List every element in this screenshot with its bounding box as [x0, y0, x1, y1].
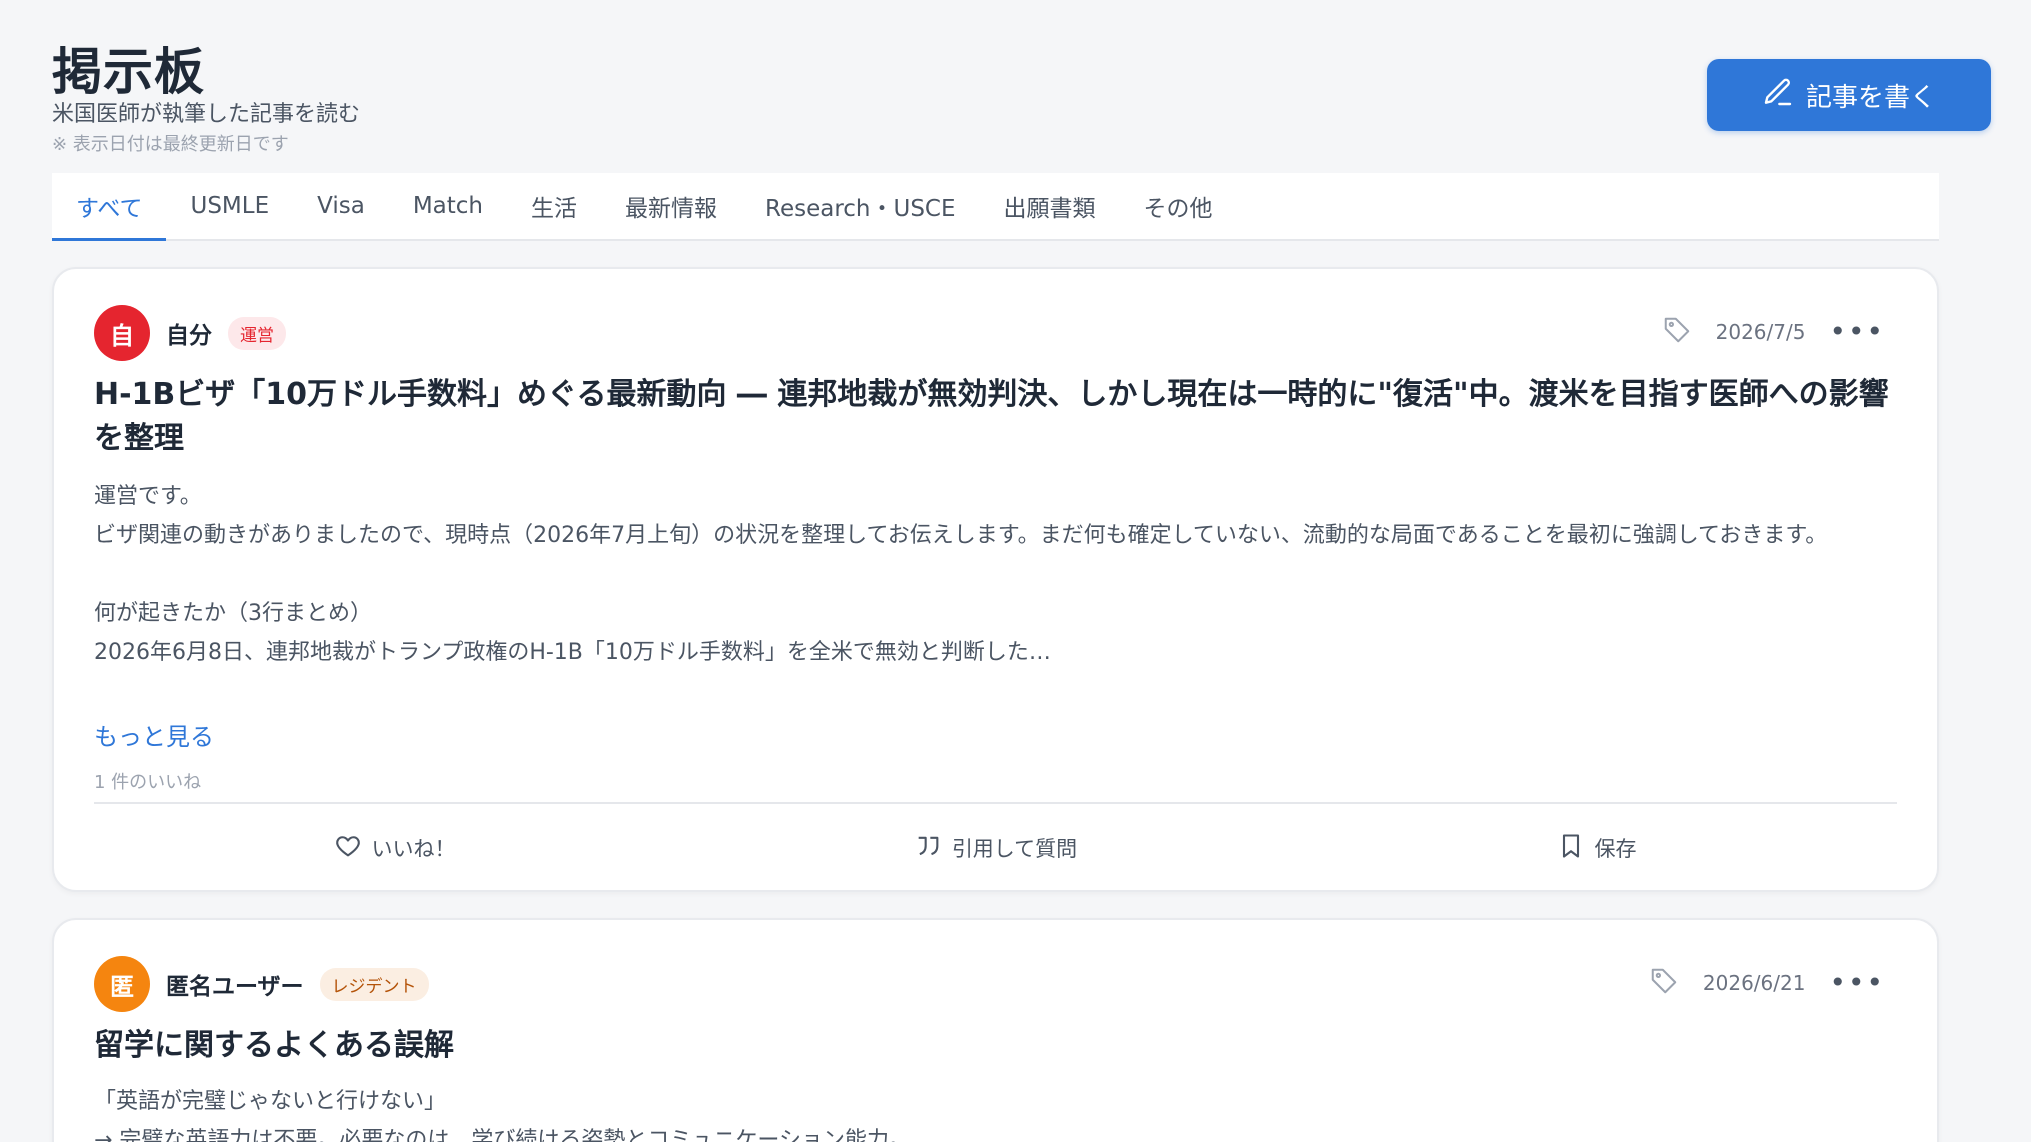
post-body: 「英語が完璧じゃないと行けない」 → 完璧な英語力は不要。必要なのは、学び続ける…	[94, 1082, 1897, 1142]
save-button[interactable]: 保存	[1296, 804, 1897, 892]
post-meta-right: 2026/7/5 •••	[1662, 315, 1885, 349]
write-article-button[interactable]: 記事を書く	[1707, 59, 1991, 131]
quote-icon	[914, 832, 942, 865]
tab-research-usce[interactable]: Research・USCE	[741, 173, 980, 239]
tab-application-documents[interactable]: 出願書類	[980, 173, 1120, 239]
post-title[interactable]: 留学に関するよくある誤解	[94, 1024, 1897, 1068]
post-body-blank-line	[94, 555, 1897, 594]
post-body-line: → 完璧な英語力は不要。必要なのは、学び続ける姿勢とコミュニケーション能力。	[94, 1128, 911, 1142]
page-title: 掲示板	[52, 43, 205, 101]
more-options-icon[interactable]: •••	[1829, 969, 1885, 997]
like-count: 1 件のいいね	[94, 772, 202, 793]
quote-question-label: 引用して質問	[951, 837, 1078, 861]
pencil-icon	[1762, 76, 1794, 115]
role-badge: レジデント	[319, 967, 429, 1001]
post-card[interactable]: 匿 匿名ユーザー レジデント 2026/6/21 ••• 留学に関するよくある誤…	[52, 918, 1939, 1142]
like-label: いいね！	[371, 837, 456, 861]
post-date: 2026/6/21	[1702, 971, 1806, 995]
author-name[interactable]: 自分	[166, 316, 212, 350]
post-date: 2026/7/5	[1715, 320, 1806, 344]
post-body-line: 運営です。	[94, 484, 202, 509]
post-actions: いいね！ 引用して質問 保存	[94, 804, 1897, 892]
date-note: ※ 表示日付は最終更新日です	[52, 134, 289, 155]
post-title[interactable]: H-1Bビザ「10万ドル手数料」めぐる最新動向 ― 連邦地裁が無効判決、しかし現…	[94, 373, 1897, 461]
page-subtitle: 米国医師が執筆した記事を読む	[52, 102, 361, 127]
see-more-link[interactable]: もっと見る	[94, 717, 214, 752]
avatar[interactable]: 匿	[94, 956, 150, 1012]
header: 掲示板 米国医師が執筆した記事を読む ※ 表示日付は最終更新日です 記事を書く	[52, 0, 1991, 172]
post-body-line: 「英語が完璧じゃないと行けない」	[94, 1089, 447, 1114]
post-body-line: ビザ関連の動きがありましたので、現時点（2026年7月上旬）の状況を整理してお伝…	[94, 523, 1828, 548]
post-body-line: 何が起きたか（3行まとめ）	[94, 601, 372, 626]
post-card[interactable]: 自 自分 運営 2026/7/5 ••• H-1Bビザ「10万ドル手数料」めぐる…	[52, 267, 1939, 892]
like-button[interactable]: いいね！	[94, 804, 695, 892]
tag-icon[interactable]	[1662, 315, 1692, 349]
page: 掲示板 米国医師が執筆した記事を読む ※ 表示日付は最終更新日です 記事を書く …	[0, 0, 2031, 1142]
tab-other[interactable]: その他	[1120, 173, 1237, 239]
post-meta-right: 2026/6/21 •••	[1649, 966, 1885, 1000]
tab-latest-news[interactable]: 最新情報	[601, 173, 741, 239]
heart-icon	[334, 832, 362, 865]
tab-visa[interactable]: Visa	[293, 173, 389, 239]
tab-match[interactable]: Match	[389, 173, 507, 239]
tab-all[interactable]: すべて	[52, 173, 167, 241]
write-article-label: 記事を書く	[1805, 82, 1936, 113]
post-meta: 自 自分 運営	[94, 305, 286, 361]
post-meta: 匿 匿名ユーザー レジデント	[94, 956, 429, 1012]
author-name[interactable]: 匿名ユーザー	[166, 967, 304, 1001]
tag-icon[interactable]	[1649, 966, 1679, 1000]
category-tabs: すべて USMLE Visa Match 生活 最新情報 Research・US…	[52, 173, 1939, 241]
tab-life[interactable]: 生活	[507, 173, 601, 239]
avatar[interactable]: 自	[94, 305, 150, 361]
bookmark-icon	[1557, 832, 1585, 865]
post-body: 運営です。 ビザ関連の動きがありましたので、現時点（2026年7月上旬）の状況を…	[94, 477, 1897, 672]
role-badge: 運営	[228, 316, 286, 350]
post-body-line: 2026年6月8日、連邦地裁がトランプ政権のH-1B「10万ドル手数料」を全米で…	[94, 640, 1051, 665]
more-options-icon[interactable]: •••	[1829, 318, 1885, 346]
tab-usmle[interactable]: USMLE	[166, 173, 293, 239]
quote-question-button[interactable]: 引用して質問	[695, 804, 1296, 892]
save-label: 保存	[1594, 837, 1637, 861]
